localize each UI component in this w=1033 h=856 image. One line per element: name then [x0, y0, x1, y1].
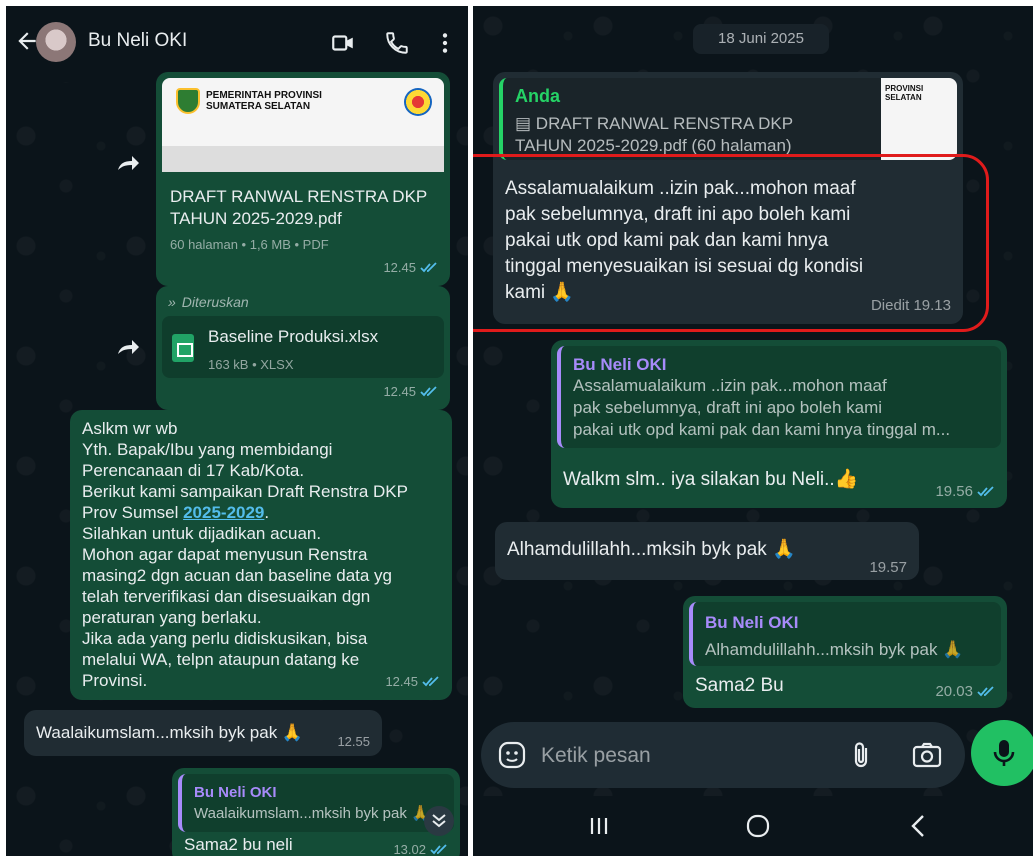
file-name: DRAFT RANWAL RENSTRA DKP TAHUN 2025-2029.… — [170, 187, 428, 228]
forward-icon[interactable] — [114, 336, 142, 358]
highlight-annotation — [473, 154, 989, 332]
province-logo — [176, 88, 200, 114]
quote-author: Bu Neli OKI — [573, 355, 667, 374]
quote-line-1: ▤ DRAFT RANWAL RENSTRA DKP — [515, 114, 794, 133]
phone-icon[interactable] — [384, 30, 410, 56]
message-text: Aslkm wr wb Yth. Bapak/Ibu yang membidan… — [82, 419, 408, 690]
chat-title[interactable]: Bu Neli OKI — [88, 30, 187, 52]
back-icon[interactable] — [907, 812, 929, 840]
thumbnail-strip — [162, 146, 444, 172]
home-icon[interactable] — [745, 812, 771, 840]
message-time: 19.57 — [869, 559, 907, 576]
quote-text: Waalaikumslam...mksih byk pak 🙏 — [194, 805, 430, 822]
recents-icon[interactable] — [587, 814, 611, 838]
message-time: 20.03 — [935, 681, 995, 702]
quote-line-3: pakai utk opd kami pak dan kami hnya tin… — [573, 420, 951, 439]
message-text: Waalaikumslam...mksih byk pak 🙏 — [36, 723, 304, 742]
forwarded-label: » Diteruskan — [168, 292, 249, 313]
double-check-icon — [430, 844, 447, 855]
message-time: 12.55 — [337, 734, 370, 749]
forward-icon[interactable] — [114, 152, 142, 174]
file-meta: 60 halaman • 1,6 MB • PDF — [170, 237, 329, 252]
file-name: Baseline Produksi.xlsx — [208, 327, 379, 346]
file-meta: 163 kB • XLSX — [208, 357, 294, 372]
thumbnail-header: PEMERINTAH PROVINSI SUMATERA SELATAN — [206, 90, 322, 112]
double-check-icon — [422, 676, 439, 687]
xlsx-icon — [172, 334, 194, 362]
date-separator: 18 Juni 2025 — [693, 24, 829, 54]
right-chat-screen: 18 Juni 2025 Anda ▤ DRAFT RANWAL RENSTRA… — [473, 6, 1033, 856]
left-chat-screen: Bu Neli OKI PEMERINTAH PROVINSI SUMATERA … — [6, 6, 468, 856]
mic-button[interactable] — [971, 720, 1033, 786]
quoted-message[interactable]: Bu Neli OKI Alhamdulillahh...mksih byk p… — [689, 602, 1001, 666]
sticker-icon[interactable] — [497, 740, 527, 770]
more-vert-icon[interactable] — [432, 30, 458, 56]
incoming-message[interactable]: Waalaikumslam...mksih byk pak 🙏 12.55 — [24, 710, 382, 756]
avatar[interactable] — [36, 22, 76, 62]
message-time: 12.45 — [383, 381, 438, 402]
message-time: 12.45 — [383, 257, 438, 278]
seal-logo — [404, 88, 432, 116]
video-call-icon[interactable] — [330, 30, 356, 56]
quote-thumbnail-header: PROVINSI SELATAN — [885, 84, 924, 102]
system-navigation-bar — [473, 796, 1033, 856]
pdf-thumbnail[interactable]: PEMERINTAH PROVINSI SUMATERA SELATAN — [162, 78, 444, 172]
mic-icon — [993, 740, 1015, 766]
double-check-icon — [977, 686, 994, 697]
quote-line-1: Assalamualaikum ..izin pak...mohon maaf — [573, 376, 887, 395]
chat-header: Bu Neli OKI — [6, 6, 468, 82]
message-text: Walkm slm.. iya silakan bu Neli..👍 — [563, 469, 859, 490]
quote-text: Alhamdulillahh...mksih byk pak 🙏 — [705, 640, 964, 659]
message-time: 13.02 — [393, 839, 448, 856]
quote-line-2: TAHUN 2025-2029.pdf (60 halaman) — [515, 136, 792, 155]
quote-author: Anda — [515, 86, 560, 106]
quote-line-2: pak sebelumnya, draft ini apo boleh kami — [573, 398, 883, 417]
message-time: 12.45 — [385, 671, 440, 692]
quote-thumbnail: PROVINSI SELATAN — [881, 78, 957, 160]
forwarded-icon: » — [168, 294, 176, 310]
quote-author: Bu Neli OKI — [705, 613, 799, 632]
scroll-down-icon — [432, 814, 446, 828]
incoming-message[interactable]: Alhamdulillahh...mksih byk pak 🙏 19.57 — [495, 522, 919, 580]
pdf-document-message[interactable]: PEMERINTAH PROVINSI SUMATERA SELATAN DRAF… — [156, 72, 450, 286]
document-icon: ▤ — [515, 114, 536, 133]
camera-icon[interactable] — [911, 740, 943, 770]
attach-icon[interactable] — [849, 740, 875, 770]
quoted-message[interactable]: Bu Neli OKI Waalaikumslam...mksih byk pa… — [178, 774, 454, 832]
message-text: Alhamdulillahh...mksih byk pak 🙏 — [507, 539, 796, 560]
xlsx-document-message[interactable]: » Diteruskan Baseline Produksi.xlsx 163 k… — [156, 286, 450, 410]
reply-message[interactable]: Bu Neli OKI Assalamualaikum ..izin pak..… — [551, 340, 1007, 508]
reply-message[interactable]: Bu Neli OKI Waalaikumslam...mksih byk pa… — [172, 768, 460, 856]
reply-message[interactable]: Bu Neli OKI Alhamdulillahh...mksih byk p… — [683, 596, 1007, 708]
file-card[interactable]: Baseline Produksi.xlsx 163 kB • XLSX — [162, 316, 444, 378]
composer-placeholder[interactable]: Ketik pesan — [541, 744, 651, 768]
quote-author: Bu Neli OKI — [194, 784, 277, 801]
message-time: 19.56 — [935, 481, 995, 502]
link-2025-2029[interactable]: 2025-2029 — [183, 503, 264, 522]
double-check-icon — [420, 262, 437, 273]
quoted-document[interactable]: Anda ▤ DRAFT RANWAL RENSTRA DKP TAHUN 20… — [499, 78, 957, 160]
double-check-icon — [420, 386, 437, 397]
scroll-down-button[interactable] — [424, 806, 454, 836]
message-composer[interactable]: Ketik pesan — [481, 722, 965, 788]
announcement-message[interactable]: Aslkm wr wb Yth. Bapak/Ibu yang membidan… — [70, 410, 452, 700]
double-check-icon — [977, 486, 994, 497]
quoted-message[interactable]: Bu Neli OKI Assalamualaikum ..izin pak..… — [557, 346, 1001, 448]
